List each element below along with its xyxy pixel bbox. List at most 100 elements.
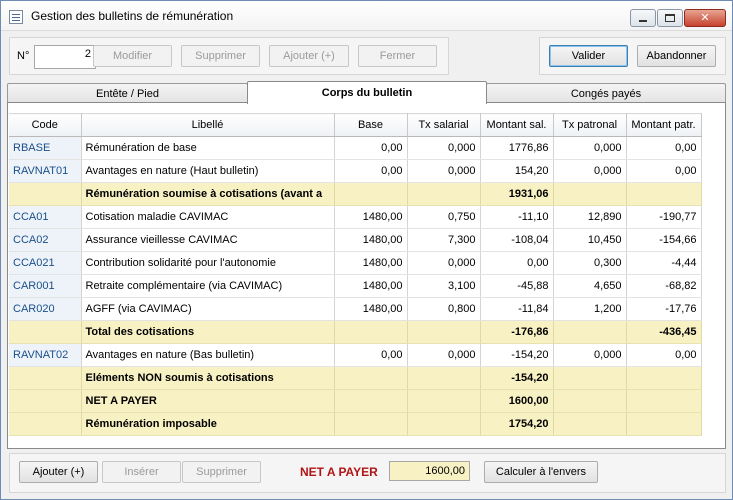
tab-entete-pied[interactable]: Entête / Pied: [7, 83, 248, 103]
col-header-libelle[interactable]: Libellé: [81, 113, 335, 137]
cell-tx-patronal[interactable]: 0,000: [553, 159, 627, 183]
cell-montant-patr[interactable]: [626, 389, 702, 413]
number-field[interactable]: 2: [34, 45, 96, 69]
cell-tx-patronal[interactable]: [553, 412, 627, 436]
modifier-button[interactable]: Modifier: [93, 45, 172, 67]
cell-montant-patr[interactable]: 0,00: [626, 159, 702, 183]
cell-base[interactable]: 1480,00: [334, 251, 408, 275]
cell-montant-sal[interactable]: -45,88: [480, 274, 554, 298]
cell-montant-sal[interactable]: 0,00: [480, 251, 554, 275]
cell-libelle[interactable]: Rémunération imposable: [81, 412, 335, 436]
col-header-base[interactable]: Base: [334, 113, 408, 137]
cell-tx-salarial[interactable]: 0,750: [407, 205, 481, 229]
fermer-button[interactable]: Fermer: [358, 45, 437, 67]
cell-montant-patr[interactable]: -436,45: [626, 320, 702, 344]
cell-montant-patr[interactable]: -190,77: [626, 205, 702, 229]
cell-tx-patronal[interactable]: [553, 366, 627, 390]
cell-code[interactable]: CCA02: [9, 228, 82, 252]
cell-base[interactable]: [334, 182, 408, 206]
cell-base[interactable]: 0,00: [334, 136, 408, 160]
cell-tx-salarial[interactable]: 3,100: [407, 274, 481, 298]
cell-montant-patr[interactable]: -68,82: [626, 274, 702, 298]
cell-code[interactable]: CAR020: [9, 297, 82, 321]
cell-montant-patr[interactable]: 0,00: [626, 136, 702, 160]
cell-tx-patronal[interactable]: [553, 182, 627, 206]
cell-base[interactable]: [334, 366, 408, 390]
cell-libelle[interactable]: Cotisation maladie CAVIMAC: [81, 205, 335, 229]
cell-tx-salarial[interactable]: 0,000: [407, 251, 481, 275]
cell-base[interactable]: 1480,00: [334, 205, 408, 229]
cell-code[interactable]: [9, 320, 82, 344]
cell-libelle[interactable]: Avantages en nature (Bas bulletin): [81, 343, 335, 367]
reverse-calc-button[interactable]: Calculer à l'envers: [484, 461, 598, 483]
cell-tx-patronal[interactable]: 4,650: [553, 274, 627, 298]
col-header-montant-sal[interactable]: Montant sal.: [480, 113, 554, 137]
cell-code[interactable]: [9, 412, 82, 436]
cell-montant-sal[interactable]: -154,20: [480, 343, 554, 367]
cell-base[interactable]: 1480,00: [334, 228, 408, 252]
table-row[interactable]: RBASE Rémunération de base 0,00 0,000 1776,8…: [9, 136, 702, 160]
cell-base[interactable]: 1480,00: [334, 297, 408, 321]
cell-montant-patr[interactable]: -154,66: [626, 228, 702, 252]
cell-montant-sal[interactable]: -108,04: [480, 228, 554, 252]
cell-montant-sal[interactable]: 154,20: [480, 159, 554, 183]
close-button[interactable]: ✕: [684, 9, 726, 27]
cell-libelle[interactable]: Contribution solidarité pour l'autonomie: [81, 251, 335, 275]
cell-tx-patronal[interactable]: 0,000: [553, 136, 627, 160]
cell-montant-sal[interactable]: 1931,06: [480, 182, 554, 206]
cell-tx-patronal[interactable]: 1,200: [553, 297, 627, 321]
col-header-montant-patr[interactable]: Montant patr.: [626, 113, 702, 137]
cell-tx-salarial[interactable]: 0,000: [407, 159, 481, 183]
cell-base[interactable]: [334, 412, 408, 436]
cell-libelle[interactable]: Assurance vieillesse CAVIMAC: [81, 228, 335, 252]
cell-code[interactable]: [9, 182, 82, 206]
cell-tx-patronal[interactable]: [553, 389, 627, 413]
table-row[interactable]: CCA01 Cotisation maladie CAVIMAC 1480,00 0,…: [9, 205, 702, 229]
cell-libelle[interactable]: Eléments NON soumis à cotisations: [81, 366, 335, 390]
supprimer-button[interactable]: Supprimer: [181, 45, 260, 67]
cell-montant-sal[interactable]: 1754,20: [480, 412, 554, 436]
col-header-code[interactable]: Code: [9, 113, 82, 137]
cell-code[interactable]: [9, 389, 82, 413]
cell-code[interactable]: CCA021: [9, 251, 82, 275]
cell-montant-sal[interactable]: -154,20: [480, 366, 554, 390]
cell-montant-sal[interactable]: 1776,86: [480, 136, 554, 160]
cell-montant-sal[interactable]: -11,84: [480, 297, 554, 321]
cell-libelle[interactable]: Total des cotisations: [81, 320, 335, 344]
cell-libelle[interactable]: AGFF (via CAVIMAC): [81, 297, 335, 321]
cell-tx-salarial[interactable]: [407, 389, 481, 413]
subtotal-row[interactable]: Rémunération imposable 1754,20: [9, 412, 702, 436]
cell-montant-patr[interactable]: [626, 182, 702, 206]
ajouter-button[interactable]: Ajouter (+): [269, 45, 349, 67]
cell-libelle[interactable]: Avantages en nature (Haut bulletin): [81, 159, 335, 183]
cell-tx-salarial[interactable]: [407, 412, 481, 436]
subtotal-row[interactable]: Total des cotisations -176,86 -436,45: [9, 320, 702, 344]
cell-montant-patr[interactable]: [626, 412, 702, 436]
cell-tx-patronal[interactable]: 0,000: [553, 343, 627, 367]
cell-tx-salarial[interactable]: [407, 320, 481, 344]
abandonner-button[interactable]: Abandonner: [637, 45, 716, 67]
cell-code[interactable]: [9, 366, 82, 390]
cell-code[interactable]: CAR001: [9, 274, 82, 298]
cell-libelle[interactable]: NET A PAYER: [81, 389, 335, 413]
table-row[interactable]: RAVNAT01 Avantages en nature (Haut bullet…: [9, 159, 702, 183]
cell-libelle[interactable]: Retraite complémentaire (via CAVIMAC): [81, 274, 335, 298]
cell-montant-sal[interactable]: -176,86: [480, 320, 554, 344]
cell-montant-patr[interactable]: -4,44: [626, 251, 702, 275]
table-row[interactable]: CAR020 AGFF (via CAVIMAC) 1480,00 0,800 -11,…: [9, 297, 702, 321]
maximize-button[interactable]: [657, 9, 683, 27]
cell-code[interactable]: RBASE: [9, 136, 82, 160]
cell-base[interactable]: [334, 320, 408, 344]
cell-base[interactable]: 1480,00: [334, 274, 408, 298]
cell-base[interactable]: 0,00: [334, 159, 408, 183]
cell-montant-sal[interactable]: -11,10: [480, 205, 554, 229]
col-header-tx-patronal[interactable]: Tx patronal: [553, 113, 627, 137]
table-row[interactable]: CCA021 Contribution solidarité pour l'aut…: [9, 251, 702, 275]
insert-line-button[interactable]: Insérer: [102, 461, 181, 483]
cell-tx-salarial[interactable]: 0,800: [407, 297, 481, 321]
cell-code[interactable]: RAVNAT02: [9, 343, 82, 367]
cell-tx-salarial[interactable]: [407, 182, 481, 206]
cell-montant-patr[interactable]: 0,00: [626, 343, 702, 367]
subtotal-row[interactable]: NET A PAYER 1600,00: [9, 389, 702, 413]
subtotal-row[interactable]: Rémunération soumise à cotisations (avan…: [9, 182, 702, 206]
